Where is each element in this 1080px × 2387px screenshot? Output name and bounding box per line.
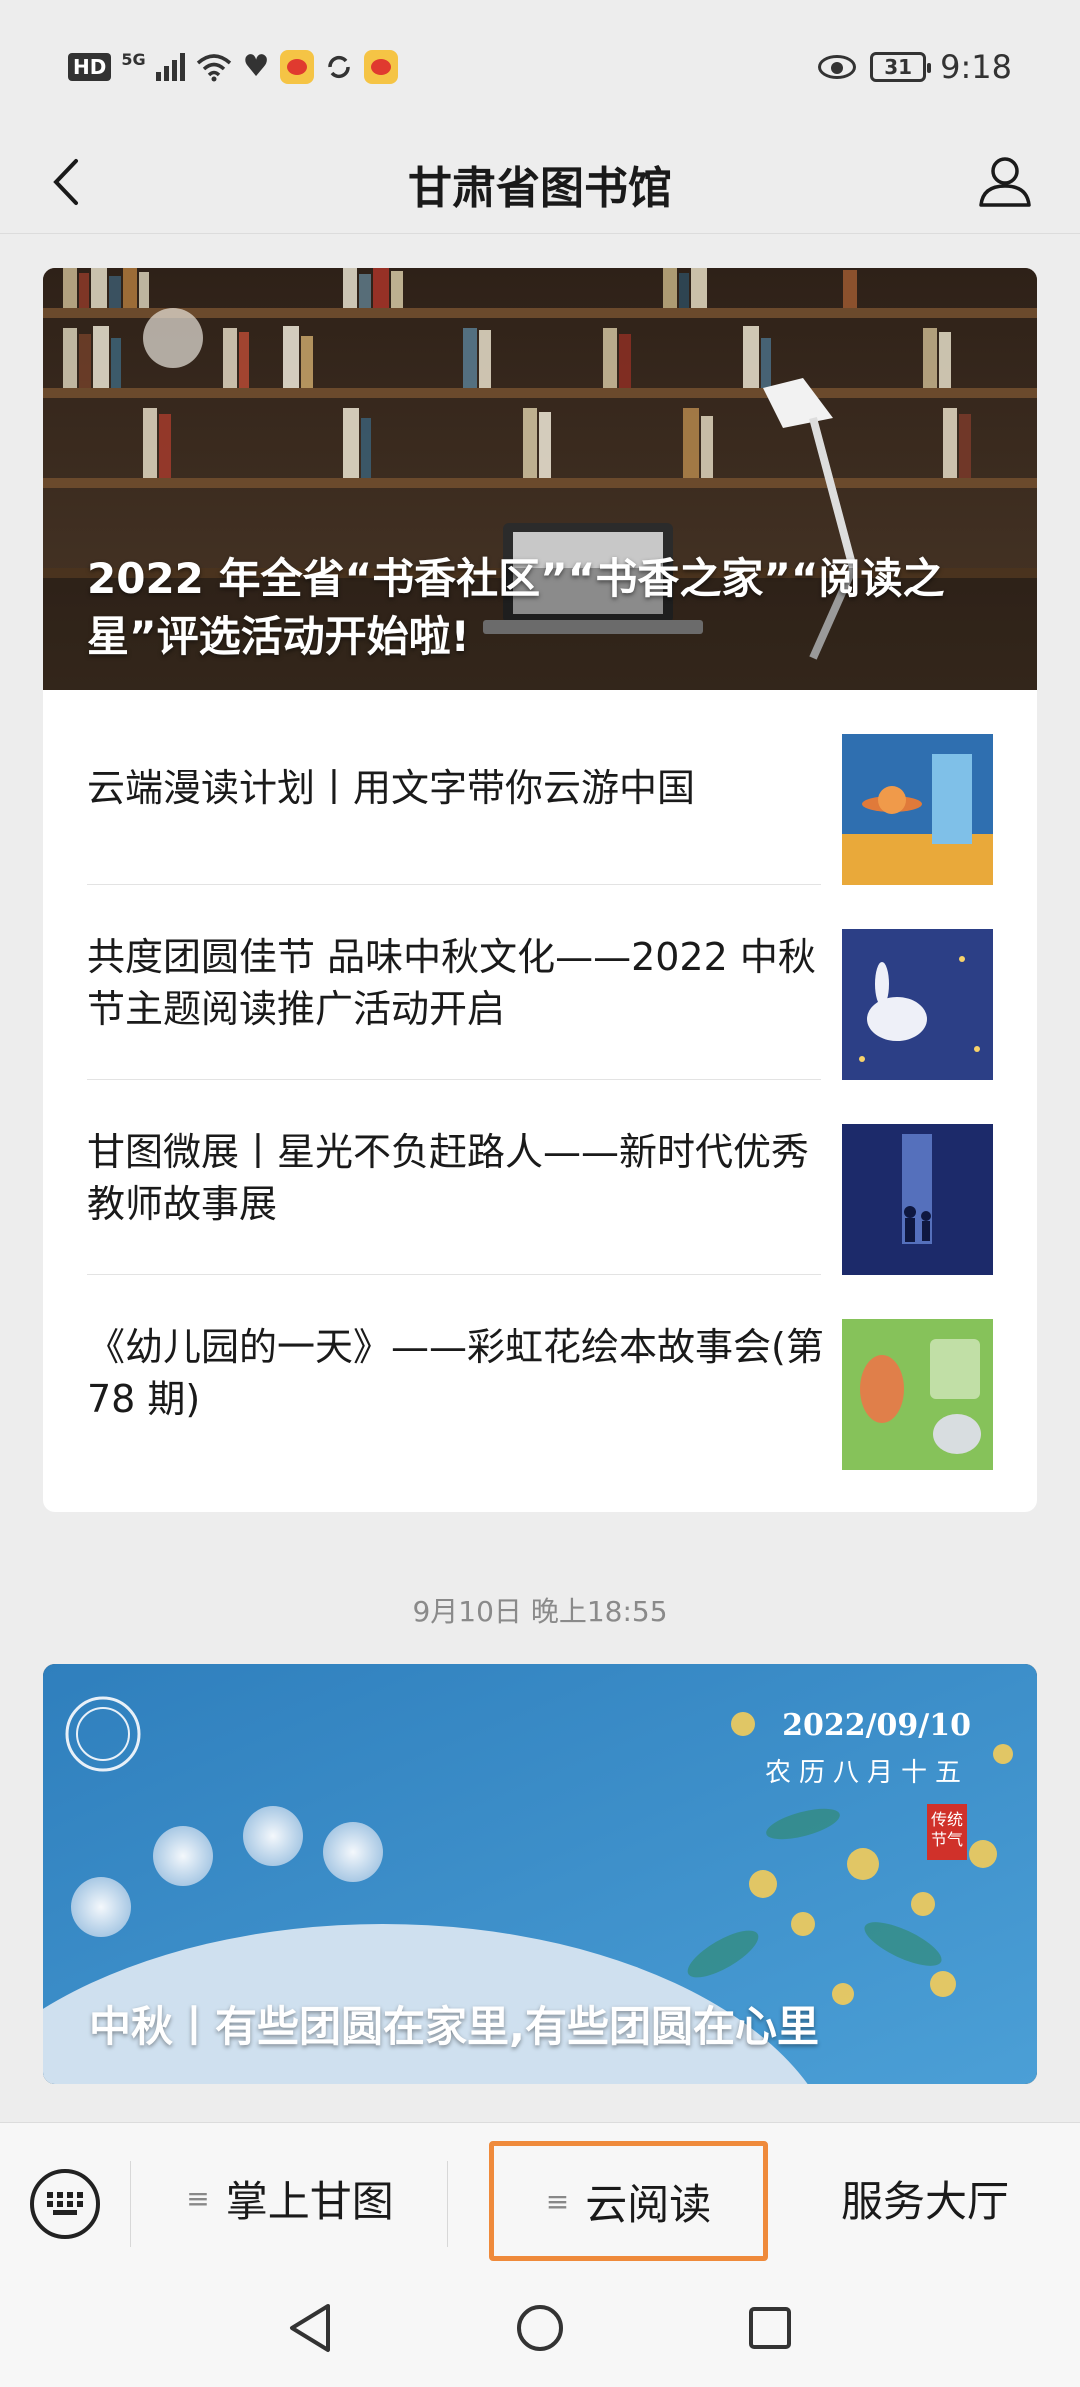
system-home-button[interactable] xyxy=(510,2298,570,2358)
system-navigation-bar xyxy=(0,2272,1080,2387)
official-account-menu: ≡ 掌上甘图 ≡ 云阅读 服务大厅 xyxy=(0,2122,1080,2272)
heart-icon: ♥ xyxy=(242,49,270,84)
article-list-item[interactable]: 云端漫读计划丨用文字带你云游中国 xyxy=(87,690,993,885)
battery-icon: 31 xyxy=(870,52,932,82)
keyboard-icon xyxy=(47,2192,83,2215)
seal-stamp: 传统节气 xyxy=(927,1804,967,1860)
article-thumbnail xyxy=(842,1319,993,1470)
article-list-item[interactable]: 《幼儿园的一天》——彩虹花绘本故事会(第 78 期) xyxy=(87,1275,993,1470)
top-nav-bar: 甘肃省图书馆 xyxy=(0,130,1080,234)
menu-icon: ≡ xyxy=(186,2181,210,2215)
menu-item-zhangshang-gantu[interactable]: ≡ 掌上甘图 xyxy=(140,2123,440,2273)
hero-article[interactable]: 2022/09/10 农历八月十五 传统节气 中秋丨有些团圆在家里,有些团圆在心… xyxy=(43,1664,1037,2084)
article-thumbnail xyxy=(842,1124,993,1275)
weibo-icon xyxy=(363,50,398,84)
network-type: 5G xyxy=(121,50,146,69)
article-title: 云端漫读计划丨用文字带你云游中国 xyxy=(87,765,696,810)
system-back-button[interactable] xyxy=(280,2298,340,2358)
system-recents-button[interactable] xyxy=(740,2298,800,2358)
divider xyxy=(130,2161,131,2247)
keyboard-toggle-button[interactable] xyxy=(30,2169,100,2239)
menu-icon: ≡ xyxy=(545,2184,570,2218)
menu-item-label: 服务大厅 xyxy=(840,2176,1009,2226)
sync-icon xyxy=(327,55,350,79)
square-recents-icon xyxy=(749,2307,791,2349)
signal-icon xyxy=(155,53,185,81)
hd-badge: HD xyxy=(68,53,112,81)
article-list-item[interactable]: 共度团圆佳节 品味中秋文化——2022 中秋节主题阅读推广活动开启 xyxy=(87,885,993,1080)
profile-button[interactable] xyxy=(970,146,1040,216)
triangle-back-icon xyxy=(290,2304,330,2352)
user-icon xyxy=(979,157,1031,207)
menu-item-yun-yuedu[interactable]: ≡ 云阅读 xyxy=(489,2141,768,2261)
article-list-item[interactable]: 甘图微展丨星光不负赶路人——新时代优秀教师故事展 xyxy=(87,1080,993,1275)
hero-article[interactable]: 2022 年全省“书香社区”“书香之家”“阅读之星”评选活动开始啦! xyxy=(43,268,1037,690)
article-title: 《幼儿园的一天》——彩虹花绘本故事会(第 78 期) xyxy=(87,1324,824,1421)
menu-item-label: 掌上甘图 xyxy=(225,2176,394,2226)
date-text: 2022/09/10 xyxy=(782,1708,971,1743)
hero-title: 中秋丨有些团圆在家里,有些团圆在心里 xyxy=(89,2002,819,2051)
lunar-date-text: 农历八月十五 xyxy=(764,1758,969,1788)
status-bar: HD 5G ♥ 31 9:18 xyxy=(0,0,1080,130)
wifi-icon xyxy=(196,54,231,82)
menu-item-label: 云阅读 xyxy=(585,2179,712,2229)
menu-item-fuwu-dating[interactable]: 服务大厅 xyxy=(790,2123,1060,2273)
article-thumbnail xyxy=(842,734,993,885)
weibo-icon xyxy=(279,50,314,84)
circle-home-icon xyxy=(517,2305,563,2351)
page-title: 甘肃省图书馆 xyxy=(408,163,672,214)
eye-icon xyxy=(818,55,857,79)
clock: 9:18 xyxy=(940,48,1012,86)
article-title: 甘图微展丨星光不负赶路人——新时代优秀教师故事展 xyxy=(87,1129,810,1226)
article-group-card: 2022/09/10 农历八月十五 传统节气 中秋丨有些团圆在家里,有些团圆在心… xyxy=(43,1664,1037,2084)
article-thumbnail xyxy=(842,929,993,1080)
article-group-card: 2022 年全省“书香社区”“书香之家”“阅读之星”评选活动开始啦! 云端漫读计… xyxy=(43,268,1037,1512)
divider xyxy=(447,2161,448,2247)
message-timestamp: 9月10日 晚上18:55 xyxy=(412,1595,668,1628)
hero-title: 2022 年全省“书香社区”“书香之家”“阅读之星”评选活动开始啦! xyxy=(87,554,945,661)
article-title: 共度团圆佳节 品味中秋文化——2022 中秋节主题阅读推广活动开启 xyxy=(87,934,816,1031)
